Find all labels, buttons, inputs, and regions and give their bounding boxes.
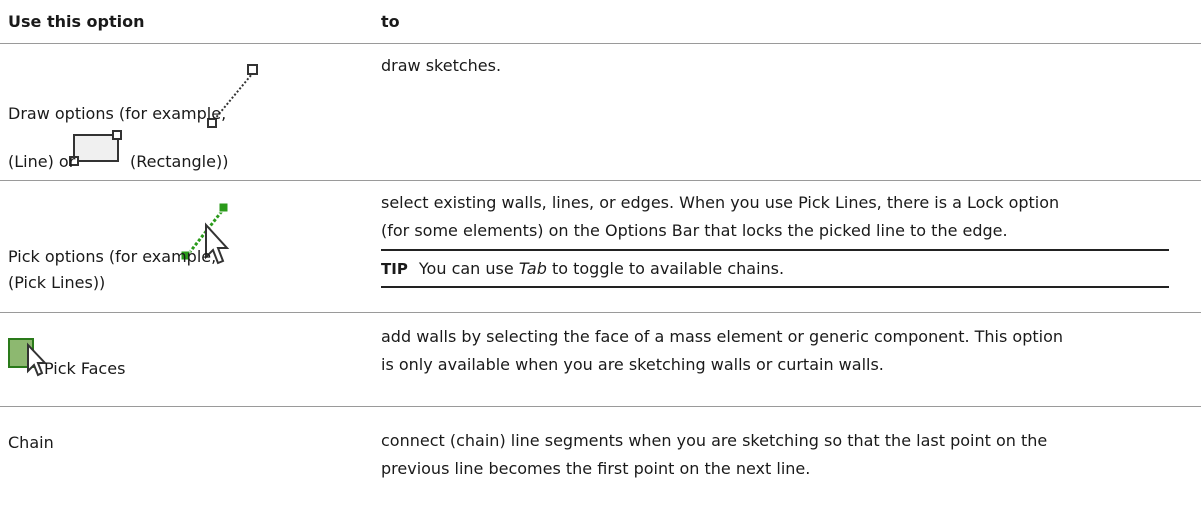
pick-description-line1: select existing walls, lines, or edges. … (381, 193, 1060, 212)
header-option: Use this option (8, 12, 145, 31)
pick-description-line2: (for some elements) on the Options Bar t… (381, 221, 1008, 240)
pick-faces-label: Pick Faces (44, 359, 126, 378)
rectangle-label: (Rectangle)) (130, 152, 229, 171)
table-row: Pick Faces add walls by selecting the fa… (0, 313, 1201, 406)
tip-text: TIP You can use Tab to toggle to availab… (381, 251, 1169, 286)
header-to: to (381, 12, 400, 31)
tip-box: TIP You can use Tab to toggle to availab… (381, 249, 1169, 288)
rectangle-tool-icon (69, 130, 122, 166)
tip-label: TIP (381, 260, 408, 278)
chain-label: Chain (8, 433, 54, 452)
draw-description: draw sketches. (381, 56, 502, 75)
tip-after: to toggle to available chains. (551, 259, 785, 278)
draw-options-text: Draw options (for example, (8, 104, 227, 123)
faces-description-line1: add walls by selecting the face of a mas… (381, 327, 1064, 346)
pick-options-text: Pick options (for example, (8, 247, 217, 266)
tip-bottom-rule (381, 286, 1169, 288)
line-label: (Line) or (8, 152, 76, 171)
faces-description-line2: is only available when you are sketching… (381, 355, 884, 374)
table-row: Draw options (for example, (Line) or (Re… (0, 44, 1201, 180)
tip-before: You can use (418, 259, 514, 278)
pick-lines-label: (Pick Lines)) (8, 273, 106, 292)
chain-description-line1: connect (chain) line segments when you a… (381, 431, 1048, 450)
table-row: Chain connect (chain) line segments when… (0, 407, 1201, 523)
chain-description-line2: previous line becomes the first point on… (381, 459, 811, 478)
table-row: Pick options (for example, (Pick Lines))… (0, 181, 1201, 312)
tip-key: Tab (518, 259, 547, 278)
